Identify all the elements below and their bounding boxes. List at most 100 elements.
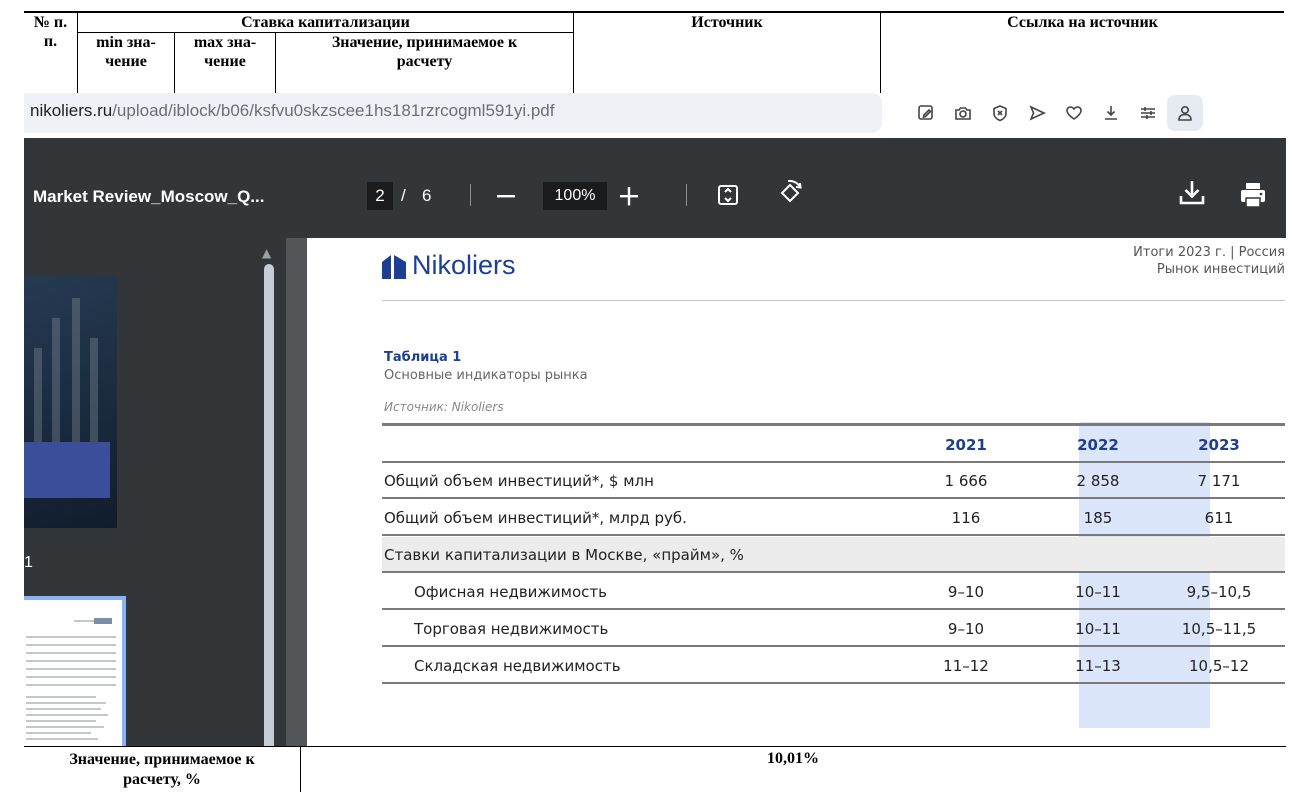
doc-table-header: № п. п. Ставка капитализации min зна- че… [24, 11, 1284, 95]
pdf-toolbar: Market Review_Moscow_Q... 2 / 6 100% [24, 138, 1286, 238]
col-min-header: min зна- чение [78, 33, 174, 71]
thumb-decor [26, 732, 91, 734]
edit-icon[interactable] [908, 95, 944, 131]
table-row: Офисная недвижимость 9–10 10–11 9,5–10,5 [382, 574, 1285, 610]
table-title: Таблица 1 [384, 350, 462, 365]
cell: 1 666 [944, 472, 988, 490]
cell: 10–11 [1075, 620, 1121, 638]
profile-icon[interactable] [1167, 95, 1203, 131]
col-min-line2: чение [105, 53, 147, 70]
thumb-decor [94, 618, 112, 624]
url-path: /upload/iblock/b06/ksfvu0skzscee1hs181rz… [112, 101, 555, 120]
table-section-row: Ставки капитализации в Москве, «прайм», … [382, 537, 1285, 573]
table-header: 2021 2022 2023 [382, 423, 1285, 463]
year-header: 2023 [1198, 436, 1240, 454]
header-divider [174, 33, 175, 95]
page-divider [382, 300, 1285, 301]
thumb-decor [26, 684, 116, 686]
meta-line2: Рынок инвестиций [1156, 262, 1285, 277]
col-num-header: № п. п. [24, 13, 77, 51]
col-num-line1: № п. [33, 14, 68, 31]
sidebar-scrollbar[interactable]: ▲ [260, 238, 278, 746]
page-thumbnail-2[interactable] [24, 596, 126, 746]
toolbar-divider [686, 184, 687, 206]
scroll-up-icon[interactable]: ▲ [262, 246, 271, 260]
header-divider [880, 13, 881, 95]
page-thumbnail-1[interactable] [24, 276, 117, 528]
page-separator: / [401, 186, 406, 205]
thumbnail-page-number: 1 [24, 554, 33, 571]
thumb-decor [26, 668, 116, 670]
row-label: Ставки капитализации в Москве, «прайм», … [384, 546, 744, 564]
zoom-level-input[interactable]: 100% [543, 182, 607, 210]
header-divider [77, 13, 78, 95]
table-subtitle: Основные индикаторы рынка [384, 368, 588, 383]
fit-page-button[interactable] [713, 180, 743, 210]
page-number-input[interactable]: 2 [367, 182, 393, 210]
col-max-line2: чение [204, 53, 246, 70]
download-button[interactable] [1175, 176, 1209, 212]
thumb-decor [72, 298, 80, 458]
url-field[interactable]: nikoliers.ru/upload/iblock/b06/ksfvu0skz… [24, 93, 882, 133]
result-value: 10,01% [767, 750, 819, 767]
thumb-decor [26, 644, 116, 646]
header-divider [77, 32, 573, 33]
print-button[interactable] [1236, 178, 1270, 212]
send-icon[interactable] [1019, 95, 1055, 131]
pdf-page: Nikoliers Итоги 2023 г. | Россия Рынок и… [307, 238, 1286, 746]
row-label: Общий объем инвестиций*, $ млн [384, 472, 654, 490]
block-icon[interactable] [982, 95, 1018, 131]
rotate-button[interactable] [774, 176, 806, 210]
table-row: Складская недвижимость 11–12 11–13 10,5–… [382, 648, 1285, 684]
favorite-icon[interactable] [1056, 95, 1092, 131]
thumb-decor [26, 720, 96, 722]
col-value-line1: Значение, принимаемое к [331, 34, 518, 51]
cell: 116 [951, 509, 981, 527]
meta-line1: Итоги 2023 г. | Россия [1133, 245, 1285, 260]
pdf-title: Market Review_Moscow_Q... [33, 187, 265, 206]
thumb-decor [52, 318, 60, 458]
url-host: nikoliers.ru [30, 101, 113, 120]
col-min-line1: min зна- [96, 34, 156, 51]
cell: 10–11 [1075, 583, 1121, 601]
col-num-line2: п. [43, 33, 58, 50]
result-label-line1: Значение, принимаемое к [69, 751, 255, 768]
thumb-decor [26, 696, 96, 698]
cell: 611 [1204, 509, 1234, 527]
col-source-header: Источник [691, 14, 763, 31]
nikoliers-logo: Nikoliers [382, 250, 516, 281]
year-header: 2022 [1077, 436, 1119, 454]
thumbnail-sidebar: 1 ▲ [24, 238, 286, 746]
doc-result-row: Значение, принимаемое к расчету, % 10,01… [24, 746, 1286, 792]
table-row: Общий объем инвестиций*, млрд руб. 116 1… [382, 500, 1285, 536]
url-text: nikoliers.ru/upload/iblock/b06/ksfvu0skz… [30, 101, 554, 121]
thumb-decor [26, 714, 108, 716]
filter-icon[interactable] [1130, 95, 1166, 131]
col-max-header: max зна- чение [175, 33, 275, 71]
screenshot-icon[interactable] [945, 95, 981, 131]
result-label-line2: расчету, % [123, 771, 201, 788]
row-label: Офисная недвижимость [414, 583, 607, 601]
col-link-header: Ссылка на источник [1007, 14, 1158, 31]
result-label: Значение, принимаемое к расчету, % [24, 750, 300, 790]
row-label: Торговая недвижимость [414, 620, 609, 638]
thumb-decor [90, 338, 98, 458]
table-row: Общий объем инвестиций*, $ млн 1 666 2 8… [382, 463, 1285, 499]
cell: 9–10 [947, 583, 985, 601]
zoom-in-button[interactable] [616, 178, 642, 214]
pdf-viewer: Market Review_Moscow_Q... 2 / 6 100% 1 ▲… [24, 138, 1286, 746]
col-value-line2: расчету [396, 53, 453, 70]
header-divider [275, 33, 276, 95]
scroll-thumb[interactable] [264, 264, 274, 746]
table-row: Торговая недвижимость 9–10 10–11 10,5–11… [382, 611, 1285, 647]
cell: 11–12 [943, 657, 989, 675]
row-label: Складская недвижимость [414, 657, 621, 675]
browser-action-icons [908, 95, 1204, 131]
thumb-decor [26, 708, 101, 710]
col-rate-group-header: Ставка капитализации [241, 14, 410, 31]
thumb-decor [26, 726, 104, 728]
download-icon[interactable] [1093, 95, 1129, 131]
year-header: 2021 [945, 436, 987, 454]
zoom-out-button[interactable] [494, 178, 518, 214]
thumb-decor [26, 702, 106, 704]
